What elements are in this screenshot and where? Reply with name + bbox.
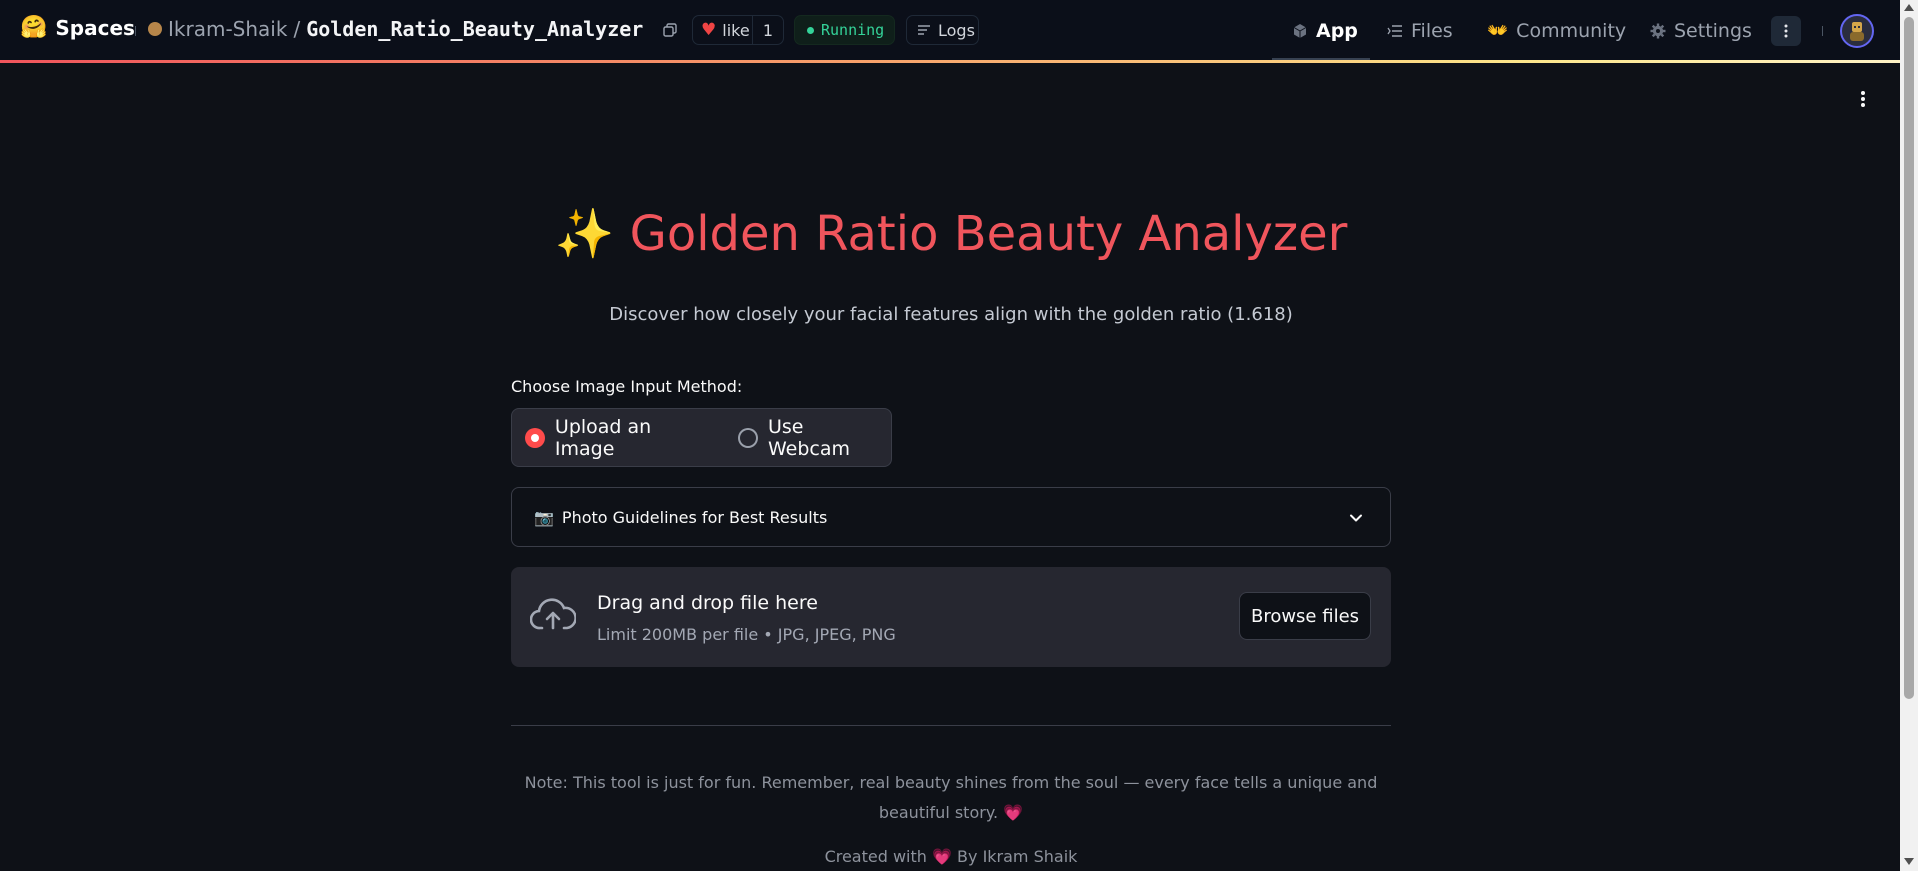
cube-icon [1293,23,1307,38]
hugging-face-icon: 🤗 [20,15,48,40]
expander-label: Photo Guidelines for Best Results [561,507,828,527]
tab-files-label: Files [1411,19,1453,42]
page-title-text: Golden Ratio Beauty Analyzer [629,206,1348,262]
file-dropzone[interactable]: Drag and drop file here Limit 200MB per … [511,567,1391,667]
scrollbar-thumb[interactable] [1904,17,1914,699]
logs-button[interactable]: Logs [906,15,979,45]
heart-icon: 💗 [1003,803,1024,822]
radio-upload-image[interactable]: Upload an Image [525,416,716,460]
section-divider [511,725,1391,726]
page-title: ✨ Golden Ratio Beauty Analyzer [511,205,1391,262]
scroll-up-arrow-icon[interactable] [1904,4,1914,11]
disclaimer-note: Note: This tool is just for fun. Remembe… [511,768,1391,828]
copy-icon[interactable] [663,23,677,37]
page-subtitle: Discover how closely your facial feature… [609,304,1293,325]
app-menu-button[interactable] [1855,88,1871,110]
input-method-label: Choose Image Input Method: [511,377,743,396]
disclaimer-text: Note: This tool is just for fun. Remembe… [524,773,1378,822]
breadcrumb-slash: / [293,17,301,41]
tab-settings-label: Settings [1674,19,1752,42]
spaces-label: Spaces [55,16,135,40]
input-method-radio-group: Upload an Image Use Webcam [511,408,892,467]
header-divider [1822,26,1823,36]
spaces-logo-link[interactable]: 🤗 Spaces [20,16,135,40]
repo-owner-link[interactable]: Ikram-Shaik [168,17,287,41]
menu-dot [1861,103,1865,107]
menu-dot [1861,97,1865,101]
radio-unselected-icon [738,427,758,448]
repo-name-link[interactable]: Golden_Ratio_Beauty_Analyzer [306,17,643,41]
community-icon: 👐 [1487,20,1509,41]
status-badge[interactable]: Running [794,15,895,45]
repo-breadcrumb: Ikram-Shaik / Golden_Ratio_Beauty_Analyz… [148,17,643,41]
more-options-button[interactable] [1771,16,1801,46]
vertical-dots-icon [1784,24,1788,38]
footer-credit: Created with 💗 By Ikram Shaik [511,847,1391,866]
heart-icon: 💗 [932,847,952,866]
like-button[interactable]: ♥ like 1 [692,15,784,45]
header-divider [135,26,136,36]
gear-icon [1650,23,1666,38]
header-gradient-bar [0,60,1900,63]
sparkles-icon: ✨ [554,206,615,262]
status-dot-icon [807,26,814,34]
like-label: like [722,20,750,40]
credit-prefix: Created with [824,847,927,866]
logs-icon [918,25,930,35]
radio-upload-label: Upload an Image [554,415,652,460]
credit-author: By Ikram Shaik [957,847,1078,866]
radio-selected-icon [525,427,545,448]
radio-webcam-label: Use Webcam [767,415,851,460]
menu-dot [1861,91,1865,95]
tab-settings[interactable]: Settings [1650,0,1752,61]
chevron-down-icon [1350,514,1362,522]
browse-files-button[interactable]: Browse files [1239,592,1371,640]
radio-use-webcam[interactable]: Use Webcam [738,416,891,460]
files-icon [1387,24,1402,37]
logs-label: Logs [938,20,975,40]
tab-community[interactable]: 👐 Community [1487,0,1626,61]
spaces-header: 🤗 Spaces Ikram-Shaik / Golden_Ratio_Beau… [0,0,1900,61]
dropzone-limit: Limit 200MB per file • JPG, JPEG, PNG [597,625,896,644]
owner-avatar-icon [148,22,162,36]
tab-files[interactable]: Files [1387,0,1453,61]
tab-app-label: App [1316,19,1358,42]
tab-app[interactable]: App [1292,0,1358,61]
heart-icon: ♥ [701,20,717,40]
tab-community-label: Community [1516,19,1627,42]
like-count: 1 [751,16,783,44]
cloud-upload-icon [530,598,576,630]
avatar-icon [1850,22,1864,41]
status-label: Running [821,21,885,39]
scroll-down-arrow-icon[interactable] [1904,858,1914,865]
photo-guidelines-expander[interactable]: 📷 Photo Guidelines for Best Results [511,487,1391,547]
camera-icon: 📷 [534,507,554,527]
dropzone-title: Drag and drop file here [597,592,818,614]
user-avatar[interactable] [1840,14,1874,48]
